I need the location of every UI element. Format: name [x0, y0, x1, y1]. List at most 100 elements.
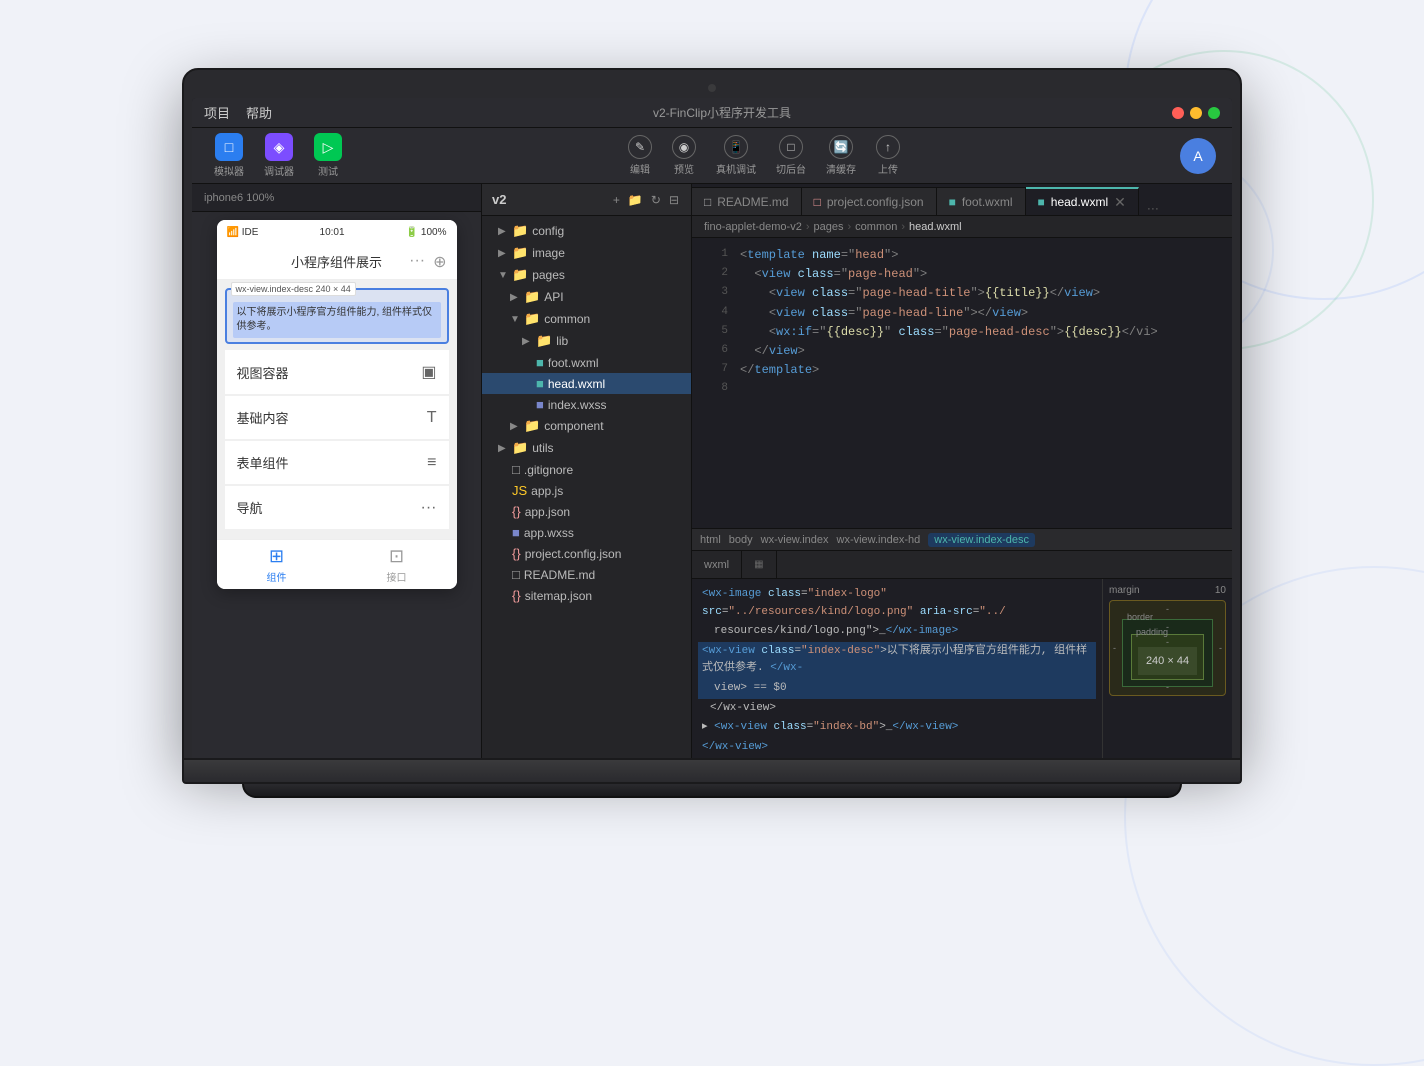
time-display: 10:01 [320, 227, 345, 238]
bc-wx-view-index[interactable]: wx-view.index [761, 534, 829, 546]
background-label: 切后台 [776, 161, 806, 176]
tab-close-head[interactable]: ✕ [1114, 194, 1126, 211]
devtools-body: <wx-image class="index-logo" src="../res… [692, 579, 1232, 758]
tree-file-projectconfig[interactable]: {} project.config.json [482, 543, 691, 564]
tree-folder-component[interactable]: ▶ 📁 component [482, 415, 691, 437]
tree-folder-api[interactable]: ▶ 📁 API [482, 286, 691, 308]
arrow-config: ▶ [498, 226, 508, 237]
tree-file-readme[interactable]: □ README.md [482, 564, 691, 585]
tree-folder-utils[interactable]: ▶ 📁 utils [482, 437, 691, 459]
api-icon: ⊡ [389, 546, 404, 567]
phone-tab-component[interactable]: ⊞ 组件 [217, 540, 337, 589]
devtools-tab-icon1[interactable]: ▦ [742, 551, 776, 578]
win-maximize[interactable] [1208, 107, 1220, 119]
tree-file-foot-wxml[interactable]: ■ foot.wxml [482, 352, 691, 373]
tree-file-gitignore[interactable]: □ .gitignore [482, 459, 691, 480]
html-tree-line-1[interactable]: <wx-image class="index-logo" src="../res… [698, 585, 1096, 622]
section-view-container[interactable]: 视图容器 ▣ [225, 350, 449, 394]
user-avatar[interactable]: A [1180, 138, 1216, 174]
win-minimize[interactable] [1190, 107, 1202, 119]
window-controls [1172, 107, 1220, 119]
toolbar-action-edit[interactable]: ✎ 编辑 [628, 135, 652, 176]
tab-more[interactable]: ··· [1139, 201, 1167, 215]
tree-file-appjson[interactable]: {} app.json [482, 501, 691, 522]
toolbar-center: ✎ 编辑 ◉ 预览 📱 真机调试 □ 切后台 [628, 135, 900, 176]
tree-folder-config[interactable]: ▶ 📁 config [482, 220, 691, 242]
nav-more[interactable]: ··· ⊕ [409, 252, 446, 272]
section-basic-content[interactable]: 基础内容 T [225, 396, 449, 439]
html-tree-line-7[interactable]: </wx-view> [698, 738, 1096, 758]
toolbar-action-background[interactable]: □ 切后台 [776, 135, 806, 176]
section-nav[interactable]: 导航 ··· [225, 486, 449, 529]
toolbar-action-preview[interactable]: ◉ 预览 [672, 135, 696, 176]
phone-frame: 📶 IDE 10:01 🔋 100% 小程序组件展示 ··· ⊕ [192, 212, 481, 758]
toolbar-btn-simulator[interactable]: □ 模拟器 [208, 129, 250, 182]
test-icon: ▷ [314, 133, 342, 161]
phone-content: wx-view.index-desc 240 × 44 以下将展示小程序官方组件… [217, 280, 457, 539]
box-model-panel: margin 10 - - - - [1102, 579, 1232, 758]
device-debug-label: 真机调试 [716, 161, 756, 176]
tree-file-appwxss[interactable]: ■ app.wxss [482, 522, 691, 543]
preview-label: 预览 [674, 161, 694, 176]
file-name-gitignore: .gitignore [524, 463, 573, 477]
folder-name-config: config [532, 224, 564, 238]
html-tree-line-3[interactable]: <wx-view class="index-desc">以下将展示小程序官方组件… [698, 642, 1096, 679]
tab-head-wxml[interactable]: ■ head.wxml ✕ [1026, 187, 1139, 215]
refresh-btn[interactable]: ↻ [649, 191, 663, 209]
bc-wx-view-index-hd[interactable]: wx-view.index-hd [837, 534, 921, 546]
new-folder-btn[interactable]: 📁 [626, 191, 645, 209]
tab-readme[interactable]: □ README.md [692, 187, 802, 215]
box-margin-left: - [1113, 643, 1116, 653]
html-tree-line-4[interactable]: view> == $0 [698, 679, 1096, 699]
menu-help[interactable]: 帮助 [246, 103, 272, 122]
toolbar-action-device-debug[interactable]: 📱 真机调试 [716, 135, 756, 176]
tree-file-sitemap[interactable]: {} sitemap.json [482, 585, 691, 606]
folder-name-utils: utils [532, 441, 553, 455]
section-form[interactable]: 表单组件 ≡ [225, 441, 449, 484]
tree-folder-lib[interactable]: ▶ 📁 lib [482, 330, 691, 352]
bc-current: head.wxml [909, 221, 962, 233]
tree-folder-image[interactable]: ▶ 📁 image [482, 242, 691, 264]
file-tree: ▶ 📁 config ▶ 📁 image ▼ � [482, 216, 691, 758]
html-tree-line-5[interactable]: </wx-view> [698, 699, 1096, 719]
menu-project[interactable]: 项目 [204, 103, 230, 122]
toolbar-btn-debugger[interactable]: ◈ 调试器 [258, 129, 300, 182]
tab-foot-wxml[interactable]: ■ foot.wxml [937, 187, 1026, 215]
bc-wx-view-index-desc[interactable]: wx-view.index-desc [928, 533, 1035, 547]
toolbar-btn-test[interactable]: ▷ 测试 [308, 129, 348, 182]
html-tree-line-6[interactable]: ▸ <wx-view class="index-bd">_</wx-view> [698, 718, 1096, 738]
bc-body[interactable]: body [729, 534, 753, 546]
new-file-btn[interactable]: + [611, 191, 622, 209]
arrow-pages: ▼ [498, 270, 508, 281]
html-tree-line-2[interactable]: resources/kind/logo.png">_</wx-image> [698, 622, 1096, 642]
code-editor-area[interactable]: 1 <template name="head"> 2 <view class="… [692, 238, 1232, 528]
padding-top-val: - [1166, 637, 1169, 647]
tree-file-head-wxml[interactable]: ■ head.wxml [482, 373, 691, 394]
tree-file-appjs[interactable]: JS app.js [482, 480, 691, 501]
toolbar-action-upload[interactable]: ↑ 上传 [876, 135, 900, 176]
tree-file-index-wxss[interactable]: ■ index.wxss [482, 394, 691, 415]
phone-tab-api[interactable]: ⊡ 接口 [337, 540, 457, 589]
tree-folder-pages[interactable]: ▼ 📁 pages [482, 264, 691, 286]
collapse-btn[interactable]: ⊟ [667, 191, 681, 209]
tab-project-config[interactable]: □ project.config.json [802, 187, 937, 215]
laptop-base [182, 760, 1242, 784]
highlight-text: 以下将展示小程序官方组件能力, 组件样式仅供参考。 [233, 302, 441, 338]
tab-label-head: head.wxml [1051, 195, 1108, 209]
win-close[interactable] [1172, 107, 1184, 119]
bc-html[interactable]: html [700, 534, 721, 546]
toolbar-action-clear-cache[interactable]: 🔄 清缓存 [826, 135, 856, 176]
html-tree-line-8[interactable]: </body> [698, 757, 1096, 758]
file-name-proj: project.config.json [525, 547, 622, 561]
devtools-tab-wxml[interactable]: wxml [692, 551, 742, 578]
code-editor[interactable]: 1 <template name="head"> 2 <view class="… [692, 238, 1232, 408]
file-tree-actions: + 📁 ↻ ⊟ [611, 191, 681, 209]
laptop: 项目 帮助 v2-FinClip小程序开发工具 □ 模拟器 [182, 68, 1242, 798]
app-title-display: 小程序组件展示 [291, 252, 382, 271]
tree-folder-common[interactable]: ▼ 📁 common [482, 308, 691, 330]
box-margin-value: 10 [1215, 585, 1226, 596]
device-debug-icon: 📱 [724, 135, 748, 159]
folder-name-image: image [532, 246, 565, 260]
arrow-image: ▶ [498, 248, 508, 259]
component-icon: ⊞ [269, 546, 284, 567]
